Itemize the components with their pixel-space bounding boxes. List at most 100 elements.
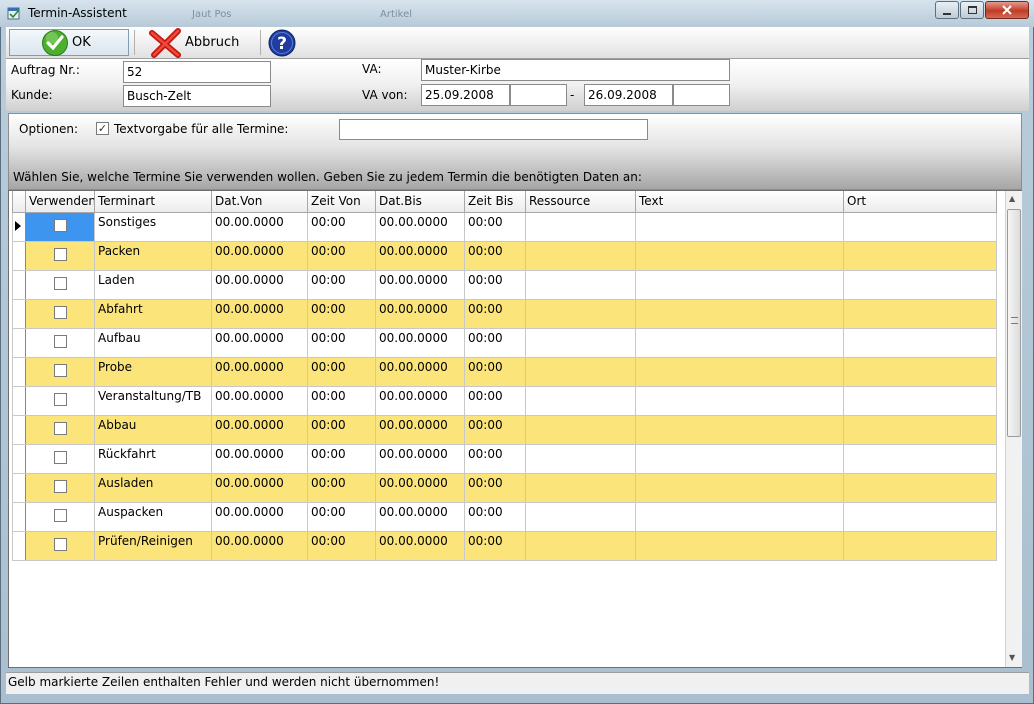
date-from-cell[interactable]: 00.00.0000 bbox=[211, 443, 308, 474]
use-checkbox[interactable] bbox=[53, 218, 67, 232]
time-to-cell[interactable]: 00:00 bbox=[464, 385, 526, 416]
use-cell[interactable] bbox=[25, 414, 95, 445]
time-from-cell[interactable]: 00:00 bbox=[307, 356, 376, 387]
use-checkbox[interactable] bbox=[53, 479, 67, 493]
date-from-cell[interactable]: 00.00.0000 bbox=[211, 472, 308, 503]
use-cell[interactable] bbox=[25, 501, 95, 532]
use-cell[interactable] bbox=[25, 298, 95, 329]
date-from-cell[interactable]: 00.00.0000 bbox=[211, 530, 308, 561]
appointment-type-cell[interactable]: Ausladen bbox=[94, 472, 212, 503]
row-selector[interactable] bbox=[12, 414, 26, 445]
text-cell[interactable] bbox=[635, 530, 844, 561]
row-selector[interactable] bbox=[12, 385, 26, 416]
date-to-cell[interactable]: 00.00.0000 bbox=[375, 414, 465, 445]
use-cell[interactable] bbox=[25, 385, 95, 416]
use-checkbox[interactable] bbox=[53, 392, 67, 406]
text-cell[interactable] bbox=[635, 443, 844, 474]
row-selector[interactable] bbox=[12, 269, 26, 300]
place-cell[interactable] bbox=[843, 385, 997, 416]
use-cell[interactable] bbox=[25, 443, 95, 474]
time-from-cell[interactable]: 00:00 bbox=[307, 530, 376, 561]
resource-cell[interactable] bbox=[525, 443, 636, 474]
appointment-type-cell[interactable]: Veranstaltung/TB bbox=[94, 385, 212, 416]
date-to-cell[interactable]: 00.00.0000 bbox=[375, 443, 465, 474]
table-row[interactable]: Aufbau 00.00.0000 00:00 00.00.0000 00:00 bbox=[12, 327, 997, 358]
time-from-cell[interactable]: 00:00 bbox=[307, 298, 376, 329]
appointment-type-cell[interactable]: Auspacken bbox=[94, 501, 212, 532]
text-default-field[interactable] bbox=[339, 119, 648, 140]
use-checkbox[interactable] bbox=[53, 508, 67, 522]
date-from-cell[interactable]: 00.00.0000 bbox=[211, 269, 308, 300]
column-header[interactable]: Dat.Bis bbox=[375, 191, 465, 213]
use-cell[interactable] bbox=[25, 211, 95, 242]
time-to-cell[interactable]: 00:00 bbox=[464, 501, 526, 532]
table-row[interactable]: Veranstaltung/TB 00.00.0000 00:00 00.00.000… bbox=[12, 385, 997, 416]
time-from-cell[interactable]: 00:00 bbox=[307, 211, 376, 242]
appointment-type-cell[interactable]: Abfahrt bbox=[94, 298, 212, 329]
table-row[interactable]: Ausladen 00.00.0000 00:00 00.00.0000 00:00 bbox=[12, 472, 997, 503]
date-from-cell[interactable]: 00.00.0000 bbox=[211, 414, 308, 445]
cancel-button[interactable]: Abbruch bbox=[148, 27, 256, 58]
vertical-scrollbar[interactable]: ▲ ▼ bbox=[1005, 191, 1022, 667]
table-row[interactable]: Sonstiges 00.00.0000 00:00 00.00.0000 00:00 bbox=[12, 211, 997, 242]
use-cell[interactable] bbox=[25, 530, 95, 561]
time-from-cell[interactable]: 00:00 bbox=[307, 385, 376, 416]
event-date-from-field[interactable]: 25.09.2008 bbox=[421, 84, 510, 106]
resource-cell[interactable] bbox=[525, 414, 636, 445]
use-checkbox[interactable] bbox=[53, 537, 67, 551]
event-time-from-field[interactable] bbox=[510, 84, 567, 106]
use-cell[interactable] bbox=[25, 240, 95, 271]
use-checkbox[interactable] bbox=[53, 363, 67, 377]
use-checkbox[interactable] bbox=[53, 450, 67, 464]
text-cell[interactable] bbox=[635, 211, 844, 242]
time-to-cell[interactable]: 00:00 bbox=[464, 269, 526, 300]
table-row[interactable]: Laden 00.00.0000 00:00 00.00.0000 00:00 bbox=[12, 269, 997, 300]
text-cell[interactable] bbox=[635, 240, 844, 271]
time-to-cell[interactable]: 00:00 bbox=[464, 530, 526, 561]
row-selector[interactable] bbox=[12, 327, 26, 358]
table-row[interactable]: Abbau 00.00.0000 00:00 00.00.0000 00:00 bbox=[12, 414, 997, 445]
column-header[interactable]: Ort bbox=[843, 191, 997, 213]
use-cell[interactable] bbox=[25, 269, 95, 300]
scroll-down-icon[interactable]: ▼ bbox=[1009, 653, 1015, 662]
resource-cell[interactable] bbox=[525, 356, 636, 387]
place-cell[interactable] bbox=[843, 211, 997, 242]
place-cell[interactable] bbox=[843, 472, 997, 503]
date-from-cell[interactable]: 00.00.0000 bbox=[211, 501, 308, 532]
appointment-type-cell[interactable]: Aufbau bbox=[94, 327, 212, 358]
date-to-cell[interactable]: 00.00.0000 bbox=[375, 298, 465, 329]
text-cell[interactable] bbox=[635, 327, 844, 358]
date-to-cell[interactable]: 00.00.0000 bbox=[375, 269, 465, 300]
time-from-cell[interactable]: 00:00 bbox=[307, 443, 376, 474]
resource-cell[interactable] bbox=[525, 211, 636, 242]
column-header[interactable]: Verwenden bbox=[25, 191, 95, 213]
text-default-checkbox[interactable]: ✓ bbox=[96, 122, 109, 135]
row-selector[interactable] bbox=[12, 501, 26, 532]
place-cell[interactable] bbox=[843, 269, 997, 300]
event-time-to-field[interactable] bbox=[673, 84, 730, 106]
date-to-cell[interactable]: 00.00.0000 bbox=[375, 472, 465, 503]
place-cell[interactable] bbox=[843, 240, 997, 271]
row-selector[interactable] bbox=[12, 472, 26, 503]
date-to-cell[interactable]: 00.00.0000 bbox=[375, 385, 465, 416]
appointment-type-cell[interactable]: Rückfahrt bbox=[94, 443, 212, 474]
time-from-cell[interactable]: 00:00 bbox=[307, 240, 376, 271]
date-to-cell[interactable]: 00.00.0000 bbox=[375, 327, 465, 358]
use-cell[interactable] bbox=[25, 356, 95, 387]
order-number-field[interactable]: 52 bbox=[123, 61, 271, 83]
event-date-to-field[interactable]: 26.09.2008 bbox=[584, 84, 673, 106]
time-from-cell[interactable]: 00:00 bbox=[307, 501, 376, 532]
table-row[interactable]: Abfahrt 00.00.0000 00:00 00.00.0000 00:00 bbox=[12, 298, 997, 329]
text-cell[interactable] bbox=[635, 385, 844, 416]
time-to-cell[interactable]: 00:00 bbox=[464, 298, 526, 329]
row-selector[interactable] bbox=[12, 356, 26, 387]
close-window-button[interactable] bbox=[985, 1, 1029, 19]
column-header[interactable]: Terminart bbox=[94, 191, 212, 213]
table-row[interactable]: Prüfen/Reinigen 00.00.0000 00:00 00.00.0000… bbox=[12, 530, 997, 561]
scrollbar-thumb[interactable] bbox=[1007, 209, 1021, 437]
appointment-type-cell[interactable]: Prüfen/Reinigen bbox=[94, 530, 212, 561]
event-field[interactable]: Muster-Kirbe bbox=[421, 59, 730, 81]
table-row[interactable]: Packen 00.00.0000 00:00 00.00.0000 00:00 bbox=[12, 240, 997, 271]
customer-field[interactable]: Busch-Zelt bbox=[123, 85, 271, 107]
time-from-cell[interactable]: 00:00 bbox=[307, 269, 376, 300]
